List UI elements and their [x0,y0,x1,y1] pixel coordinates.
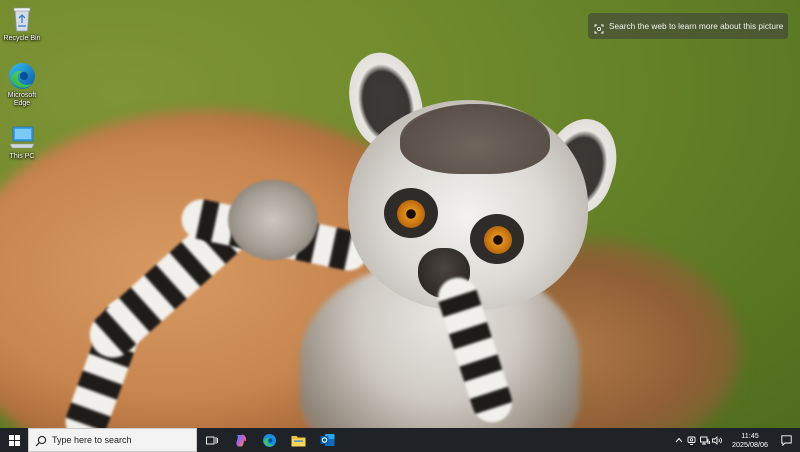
notification-center-button[interactable] [774,428,798,452]
notification-icon [780,434,792,446]
desktop-icon-recycle-bin[interactable]: Recycle Bin [2,4,42,43]
folder-icon [291,435,306,446]
taskbar-search-box[interactable]: Type here to search [28,428,197,452]
task-view-icon [205,436,218,444]
wallpaper-lemur-eye-left [397,200,425,228]
image-search-icon [594,21,604,34]
taskbar-task-view-button[interactable] [197,428,226,452]
edge-icon [7,61,37,91]
tray-meet-now-button[interactable] [685,428,698,452]
learn-about-picture-button[interactable]: Search the web to learn more about this … [588,13,788,39]
desktop-icon-label: Recycle Bin [3,35,41,42]
windows-logo-icon [8,434,20,446]
outlook-icon [320,434,335,446]
volume-icon [712,435,722,445]
desktop[interactable]: Recycle Bin Microsoft Edge This PC Searc… [0,0,800,452]
desktop-icon-label: This PC [9,153,35,160]
learn-about-picture-label: Search the web to learn more about this … [609,21,784,31]
wallpaper-lemur-eye-right [484,226,512,254]
network-icon [699,436,710,444]
wallpaper-lemur-hand [228,180,318,260]
meet-now-icon [687,436,696,445]
taskbar-copilot-button[interactable] [226,428,255,452]
start-button[interactable] [0,428,28,452]
this-pc-icon [7,122,37,152]
clock-date: 2025/08/06 [732,440,768,449]
recycle-bin-icon [7,4,37,34]
tray-volume-button[interactable] [711,428,724,452]
clock-time: 11:45 [741,431,759,440]
desktop-icon-microsoft-edge[interactable]: Microsoft Edge [2,61,42,108]
copilot-icon [236,433,246,446]
taskbar-outlook-button[interactable] [313,428,342,452]
tray-overflow-button[interactable] [672,428,685,452]
taskbar-clock[interactable]: 11:45 2025/08/06 [726,428,774,452]
edge-icon [263,433,276,447]
desktop-icon-label: Microsoft Edge [7,92,37,107]
taskbar: Type here to search 11:45 2025/08/06 [0,428,800,452]
desktop-icon-this-pc[interactable]: This PC [2,122,42,161]
chevron-up-icon [675,437,682,443]
system-tray: 11:45 2025/08/06 [672,428,800,452]
taskbar-file-explorer-button[interactable] [284,428,313,452]
search-placeholder: Type here to search [52,435,132,445]
tray-network-button[interactable] [698,428,711,452]
wallpaper-lemur-cap [400,104,550,174]
taskbar-edge-button[interactable] [255,428,284,452]
search-icon [35,434,47,447]
